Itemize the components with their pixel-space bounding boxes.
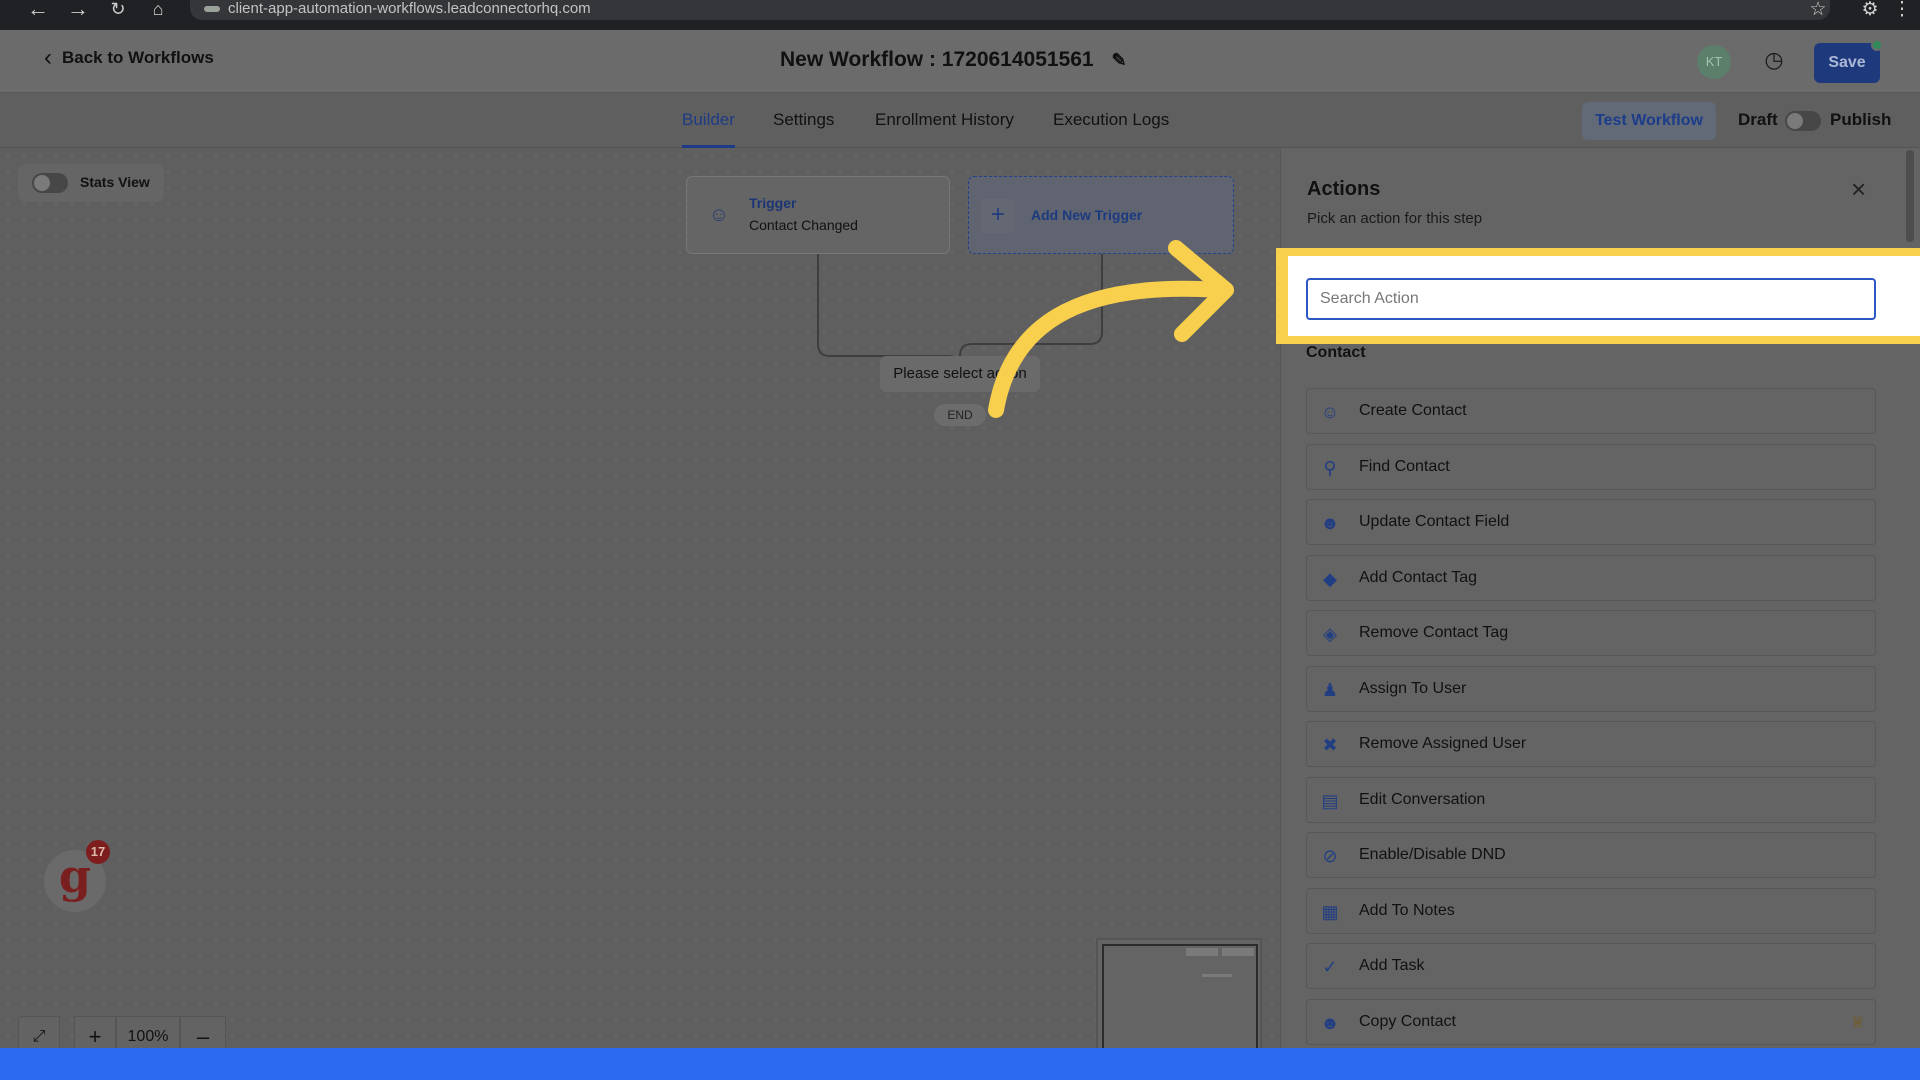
actions-panel-title: Actions bbox=[1307, 178, 1381, 200]
avatar[interactable]: KT bbox=[1697, 45, 1731, 79]
save-button[interactable]: Save bbox=[1814, 39, 1883, 83]
create-contact-icon: ☺ bbox=[1320, 402, 1340, 422]
chevron-left-icon: ‹ bbox=[44, 44, 52, 71]
publish-toggle[interactable] bbox=[1785, 111, 1821, 131]
browser-back-icon[interactable]: ← bbox=[24, 0, 52, 20]
assign-user-icon: ♟ bbox=[1321, 679, 1339, 700]
minimap-node bbox=[1202, 974, 1232, 977]
address-url: client-app-automation-workflows.leadconn… bbox=[228, 0, 591, 17]
action-list: ☺ Create Contact ⚲ Find Contact ☻ Update… bbox=[1306, 388, 1876, 1054]
top-bar: ‹ Back to Workflows New Workflow : 17206… bbox=[0, 30, 1920, 93]
dnd-icon: ⊘ bbox=[1322, 846, 1338, 866]
connector-lines bbox=[817, 254, 1103, 369]
tab-execution-logs[interactable]: Execution Logs bbox=[1053, 94, 1169, 148]
extensions-icon[interactable]: ⚙ bbox=[1856, 0, 1884, 20]
tab-bar: Builder Settings Enrollment History Exec… bbox=[0, 94, 1920, 148]
action-label: Create Contact bbox=[1359, 402, 1467, 419]
bookmark-star-icon[interactable]: ☆ bbox=[1804, 0, 1832, 20]
action-remove-assigned-user[interactable]: ✖ Remove Assigned User bbox=[1306, 721, 1876, 767]
close-icon[interactable]: × bbox=[1851, 174, 1866, 205]
unsaved-indicator bbox=[1871, 39, 1883, 51]
minimap-viewport[interactable] bbox=[1102, 944, 1258, 1056]
trigger-connector bbox=[817, 254, 1103, 369]
action-remove-contact-tag[interactable]: ◈ Remove Contact Tag bbox=[1306, 610, 1876, 656]
action-label: Copy Contact bbox=[1359, 1012, 1456, 1030]
update-contact-icon: ☻ bbox=[1320, 513, 1340, 533]
tag-icon: ◆ bbox=[1323, 568, 1337, 589]
edit-pencil-icon[interactable]: ✎ bbox=[1111, 50, 1126, 70]
workflow-title-text: New Workflow : 1720614051561 bbox=[780, 48, 1094, 71]
draft-label: Draft bbox=[1738, 110, 1778, 129]
back-label: Back to Workflows bbox=[62, 48, 214, 67]
action-label: Add Task bbox=[1359, 957, 1425, 974]
copy-contact-icon: ☻ bbox=[1320, 1012, 1340, 1033]
action-find-contact[interactable]: ⚲ Find Contact bbox=[1306, 443, 1876, 490]
minimap[interactable] bbox=[1096, 938, 1262, 1058]
browser-toolbar: ← → ↻ ⌂ client-app-automation-workflows.… bbox=[0, 0, 1920, 30]
action-label: Remove Assigned User bbox=[1359, 735, 1527, 752]
publish-label: Publish bbox=[1830, 110, 1892, 129]
remove-tag-icon: ◈ bbox=[1323, 624, 1337, 644]
history-icon[interactable]: ◷ bbox=[1760, 46, 1788, 74]
action-label: Remove Contact Tag bbox=[1359, 624, 1509, 641]
action-label: Add To Notes bbox=[1359, 901, 1455, 919]
action-label: Add Contact Tag bbox=[1359, 568, 1478, 586]
action-edit-conversation[interactable]: ▤ Edit Conversation bbox=[1306, 776, 1876, 823]
actions-panel-subtitle: Pick an action for this step bbox=[1307, 210, 1483, 227]
action-label: Update Contact Field bbox=[1359, 513, 1510, 530]
action-copy-contact[interactable]: ☻ Copy Contact ♕ bbox=[1306, 998, 1876, 1045]
remove-user-icon: ✖ bbox=[1322, 735, 1338, 755]
minimap-node bbox=[1222, 948, 1254, 956]
browser-menu-icon[interactable]: ⋮ bbox=[1888, 0, 1916, 20]
find-contact-icon: ⚲ bbox=[1323, 457, 1337, 478]
minimap-node bbox=[1186, 948, 1218, 956]
notification-count-badge: 17 bbox=[86, 840, 110, 864]
address-bar[interactable]: client-app-automation-workflows.leadconn… bbox=[190, 0, 1830, 20]
notes-icon: ▦ bbox=[1321, 901, 1339, 922]
tab-enrollment-history[interactable]: Enrollment History bbox=[875, 94, 1014, 148]
action-add-task[interactable]: ✓ Add Task bbox=[1306, 943, 1876, 989]
action-label: Edit Conversation bbox=[1359, 790, 1486, 808]
action-label: Enable/Disable DND bbox=[1359, 846, 1506, 863]
browser-forward-icon[interactable]: → bbox=[64, 0, 92, 20]
action-label: Assign To User bbox=[1359, 679, 1467, 697]
site-info-icon[interactable] bbox=[204, 6, 220, 12]
action-enable-disable-dnd[interactable]: ⊘ Enable/Disable DND bbox=[1306, 832, 1876, 878]
premium-crown-icon: ♕ bbox=[1850, 1013, 1865, 1031]
conversation-icon: ▤ bbox=[1321, 790, 1339, 811]
section-contact-label: Contact bbox=[1306, 344, 1366, 361]
tab-builder[interactable]: Builder bbox=[682, 94, 735, 148]
back-to-workflows-link[interactable]: ‹ Back to Workflows bbox=[44, 44, 214, 71]
bottom-bar bbox=[0, 1048, 1920, 1080]
test-workflow-button[interactable]: Test Workflow bbox=[1582, 102, 1716, 140]
workflow-title: New Workflow : 1720614051561 ✎ bbox=[780, 48, 1127, 72]
task-icon: ✓ bbox=[1322, 957, 1338, 977]
action-create-contact[interactable]: ☺ Create Contact bbox=[1306, 388, 1876, 434]
tab-settings[interactable]: Settings bbox=[773, 94, 834, 148]
action-update-contact-field[interactable]: ☻ Update Contact Field bbox=[1306, 499, 1876, 545]
search-action-input[interactable] bbox=[1306, 278, 1876, 320]
browser-home-icon[interactable]: ⌂ bbox=[144, 0, 172, 20]
end-node: END bbox=[934, 404, 986, 426]
action-label: Find Contact bbox=[1359, 457, 1450, 475]
browser-reload-icon[interactable]: ↻ bbox=[104, 0, 132, 20]
action-add-contact-tag[interactable]: ◆ Add Contact Tag bbox=[1306, 554, 1876, 601]
action-assign-to-user[interactable]: ♟ Assign To User bbox=[1306, 665, 1876, 712]
panel-scrollbar[interactable] bbox=[1906, 150, 1914, 242]
workflow-canvas[interactable]: Stats View ☺ Trigger Contact Changed + A… bbox=[0, 148, 1278, 1058]
save-label: Save bbox=[1828, 54, 1866, 71]
action-add-to-notes[interactable]: ▦ Add To Notes bbox=[1306, 887, 1876, 934]
select-action-node[interactable]: Please select action bbox=[880, 356, 1040, 392]
